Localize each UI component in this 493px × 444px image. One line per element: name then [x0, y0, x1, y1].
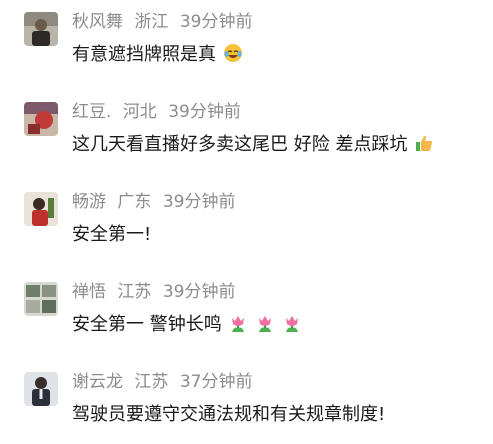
user-avatar-red-abstract-icon	[24, 102, 58, 136]
comment-meta: 谢云龙 江苏 37分钟前	[72, 370, 258, 394]
comment-text: 安全第一 警钟长鸣	[72, 314, 222, 335]
user-avatar[interactable]	[24, 372, 58, 406]
user-location: 广东	[117, 192, 152, 212]
tulip-emoji-icon	[282, 313, 302, 341]
comment-time: 39分钟前	[179, 12, 253, 32]
comment-meta: 畅游 广东 39分钟前	[72, 190, 241, 214]
comment-item: 禅悟 江苏 39分钟前 安全第一 警钟长鸣	[0, 270, 493, 350]
comment-text: 安全第一!	[72, 224, 152, 245]
comment-time: 39分钟前	[162, 282, 236, 302]
user-avatar-man-suit-icon	[24, 372, 58, 406]
comment-meta: 秋风舞 浙江 39分钟前	[72, 10, 258, 34]
user-avatar[interactable]	[24, 192, 58, 226]
user-location: 浙江	[134, 12, 169, 32]
comment-item: 谢云龙 江苏 37分钟前 驾驶员要遵守交通法规和有关规章制度!	[0, 360, 493, 440]
comment-text: 有意遮挡牌照是真	[72, 44, 216, 65]
comment-time: 39分钟前	[168, 102, 241, 122]
thumbs-up-emoji-icon	[414, 133, 434, 161]
user-location: 江苏	[117, 282, 152, 302]
comment-text-row: 这几天看直播好多卖这尾巴 好险 差点踩坑	[72, 132, 434, 158]
username[interactable]: 谢云龙	[72, 372, 123, 392]
comment-text-row: 有意遮挡牌照是真	[72, 42, 243, 68]
comment-text-row: 驾驶员要遵守交通法规和有关规章制度!	[72, 402, 385, 428]
user-avatar-man-dark-icon	[24, 12, 58, 46]
comment-text-row: 安全第一 警钟长鸣	[72, 312, 302, 338]
user-location: 河北	[122, 102, 157, 122]
username[interactable]: 红豆.	[72, 102, 111, 122]
user-location: 江苏	[134, 372, 169, 392]
username[interactable]: 畅游	[72, 192, 106, 212]
comment-text: 这几天看直播好多卖这尾巴 好险 差点踩坑	[72, 134, 408, 155]
comment-item: 秋风舞 浙江 39分钟前 有意遮挡牌照是真	[0, 0, 493, 80]
username[interactable]: 禅悟	[72, 282, 106, 302]
comment-meta: 红豆. 河北 39分钟前	[72, 100, 247, 124]
user-avatar[interactable]	[24, 12, 58, 46]
comment-text-row: 安全第一!	[72, 222, 151, 248]
comment-text: 驾驶员要遵守交通法规和有关规章制度!	[72, 404, 386, 425]
tulip-emoji-icon	[255, 313, 275, 341]
user-avatar[interactable]	[24, 102, 58, 136]
comment-list: 秋风舞 浙江 39分钟前 有意遮挡牌照是真 红豆. 河北 39分钟前 这几天看直…	[0, 0, 493, 444]
user-avatar-landscape-icon	[24, 282, 58, 316]
comment-time: 37分钟前	[179, 372, 253, 392]
comment-time: 39分钟前	[162, 192, 236, 212]
comment-meta: 禅悟 江苏 39分钟前	[72, 280, 241, 304]
comment-item: 畅游 广东 39分钟前 安全第一!	[0, 180, 493, 260]
comment-item: 红豆. 河北 39分钟前 这几天看直播好多卖这尾巴 好险 差点踩坑	[0, 90, 493, 170]
user-avatar-person-red-icon	[24, 192, 58, 226]
tulip-emoji-icon	[228, 313, 248, 341]
laughing-tears-emoji-icon	[223, 43, 243, 71]
user-avatar[interactable]	[24, 282, 58, 316]
username[interactable]: 秋风舞	[72, 12, 123, 32]
